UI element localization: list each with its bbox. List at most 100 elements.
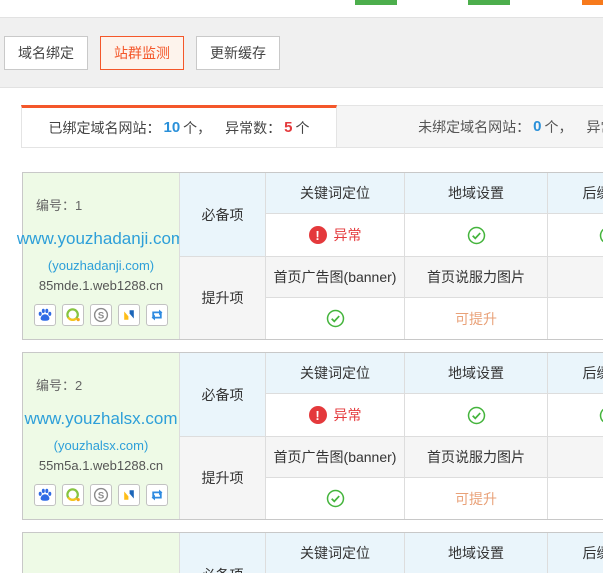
improve-column-header: [547, 256, 603, 297]
required-column-header: 关键词定位: [265, 353, 404, 393]
required-status-cell: [547, 213, 603, 256]
required-column-header: 地域设置: [404, 353, 547, 393]
refresh-engine-button[interactable]: [146, 484, 168, 506]
ok-check-icon: [599, 226, 603, 245]
improve-column-header: 首页说服力图片: [404, 256, 547, 297]
abnormal-status-label: 异常: [334, 405, 362, 425]
site-url-link[interactable]: www.youzhadanji.com: [17, 229, 185, 249]
improve-column-header: 首页广告图(banner): [265, 436, 404, 477]
bound-unit: 个，: [183, 118, 211, 138]
green-button-stub[interactable]: [468, 0, 510, 5]
abnormal-icon: !: [309, 406, 327, 424]
sogou-icon: S: [93, 487, 109, 503]
ok-check-icon: [599, 406, 603, 425]
360-icon: [65, 487, 81, 503]
site-alias: (youzhalsx.com): [54, 438, 149, 453]
stats-tabs: 已绑定域名网站： 10 个， 异常数： 5 个 未绑定域名网站： 0 个， 异常…: [21, 105, 603, 148]
ok-check-icon: [326, 309, 345, 328]
shenma-icon: [121, 487, 137, 503]
improve-status-cell: 可提升: [404, 477, 547, 519]
required-column-header: 后缀词设置: [547, 173, 603, 213]
baidu-engine-button[interactable]: [34, 484, 56, 506]
stats-tab-bound[interactable]: 已绑定域名网站： 10 个， 异常数： 5 个: [21, 105, 337, 148]
site-url-link[interactable]: www.youzhalsx.com: [24, 409, 177, 429]
improvable-status-label: 可提升: [455, 489, 497, 509]
shenma-icon: [121, 307, 137, 323]
baidu-engine-button[interactable]: [34, 304, 56, 326]
improve-status-cell: [547, 477, 603, 519]
site-subdomain: 55m5a.1.web1288.cn: [39, 458, 163, 473]
site-number: 编号：2: [36, 375, 82, 394]
site-block: 编号：1www.youzhadanji.com(youzhadanji.com)…: [22, 172, 603, 340]
toolbar: 域名绑定 站群监测 更新缓存: [0, 17, 603, 88]
svg-text:S: S: [98, 490, 104, 501]
site-alias: (youzhadanji.com): [48, 258, 154, 273]
abnormal-status-label: 异常: [334, 225, 362, 245]
unbound-label: 未绑定域名网站：: [418, 117, 530, 137]
improve-column-header: [547, 436, 603, 477]
required-status-cell: [404, 393, 547, 436]
improvable-status-label: 可提升: [455, 309, 497, 329]
refresh-icon: [149, 307, 165, 323]
refresh-engine-button[interactable]: [146, 304, 168, 326]
improve-items-label: 提升项: [179, 256, 265, 339]
required-column-header: 后缀词设置: [547, 353, 603, 393]
tab-domain-binding[interactable]: 域名绑定: [4, 36, 88, 70]
unbound-abnormal-label: 异常数：: [587, 117, 603, 137]
improve-status-cell: [547, 297, 603, 339]
baidu-icon: [37, 307, 53, 323]
sogou-engine-button[interactable]: S: [90, 484, 112, 506]
bound-label: 已绑定域名网站：: [48, 118, 160, 138]
required-column-header: 地域设置: [404, 173, 547, 213]
required-column-header: 后缀词设置: [547, 533, 603, 573]
svg-text:S: S: [98, 310, 104, 321]
site-info-cell: 编号：3: [23, 533, 179, 573]
improve-items-label: 提升项: [179, 436, 265, 519]
360-engine-button[interactable]: [62, 304, 84, 326]
bound-abnormal-count: 5: [284, 119, 292, 136]
bound-count: 10: [163, 119, 180, 136]
unbound-count: 0: [533, 118, 541, 135]
improve-column-header: 首页广告图(banner): [265, 256, 404, 297]
360-engine-button[interactable]: [62, 484, 84, 506]
search-engine-icons: S: [34, 304, 168, 326]
sogou-icon: S: [93, 307, 109, 323]
site-block-list: 编号：1www.youzhadanji.com(youzhadanji.com)…: [22, 172, 603, 573]
baidu-icon: [37, 487, 53, 503]
bound-abnormal-unit: 个: [296, 118, 310, 138]
tab-site-group-monitor[interactable]: 站群监测: [100, 36, 184, 70]
abnormal-icon: !: [309, 226, 327, 244]
green-button-stub[interactable]: [355, 0, 397, 5]
site-number: 编号：1: [36, 195, 82, 214]
refresh-icon: [149, 487, 165, 503]
site-block: 编号：3必备项提升项关键词定位地域设置后缀词设置首页广告图(banner)首页说…: [22, 532, 603, 573]
improve-column-header: 首页说服力图片: [404, 436, 547, 477]
required-column-header: 地域设置: [404, 533, 547, 573]
improve-status-cell: [265, 297, 404, 339]
tab-update-cache[interactable]: 更新缓存: [196, 36, 280, 70]
search-engine-icons: S: [34, 484, 168, 506]
site-info-cell: 编号：1www.youzhadanji.com(youzhadanji.com)…: [23, 173, 179, 339]
shenma-engine-button[interactable]: [118, 304, 140, 326]
required-status-cell: ! 异常: [265, 213, 404, 256]
site-info-cell: 编号：2 www.youzhalsx.com (youzhalsx.com) 55m5…: [23, 353, 179, 519]
ok-check-icon: [467, 406, 486, 425]
required-status-cell: ! 异常: [265, 393, 404, 436]
top-strip: [0, 0, 603, 17]
stats-tab-unbound[interactable]: 未绑定域名网站： 0 个， 异常数： 0 个: [337, 105, 603, 148]
bound-abnormal-label: 异常数：: [225, 118, 281, 138]
sogou-engine-button[interactable]: S: [90, 304, 112, 326]
required-items-label: 必备项: [179, 353, 265, 436]
required-column-header: 关键词定位: [265, 173, 404, 213]
shenma-engine-button[interactable]: [118, 484, 140, 506]
orange-button-stub[interactable]: [582, 0, 603, 5]
site-subdomain: 85mde.1.web1288.cn: [39, 278, 163, 293]
required-items-label: 必备项: [179, 533, 265, 573]
required-items-label: 必备项: [179, 173, 265, 256]
improve-status-cell: 可提升: [404, 297, 547, 339]
360-icon: [65, 307, 81, 323]
improve-status-cell: [265, 477, 404, 519]
site-block: 编号：2 www.youzhalsx.com (youzhalsx.com) 55m5…: [22, 352, 603, 520]
required-status-cell: [547, 393, 603, 436]
ok-check-icon: [467, 226, 486, 245]
